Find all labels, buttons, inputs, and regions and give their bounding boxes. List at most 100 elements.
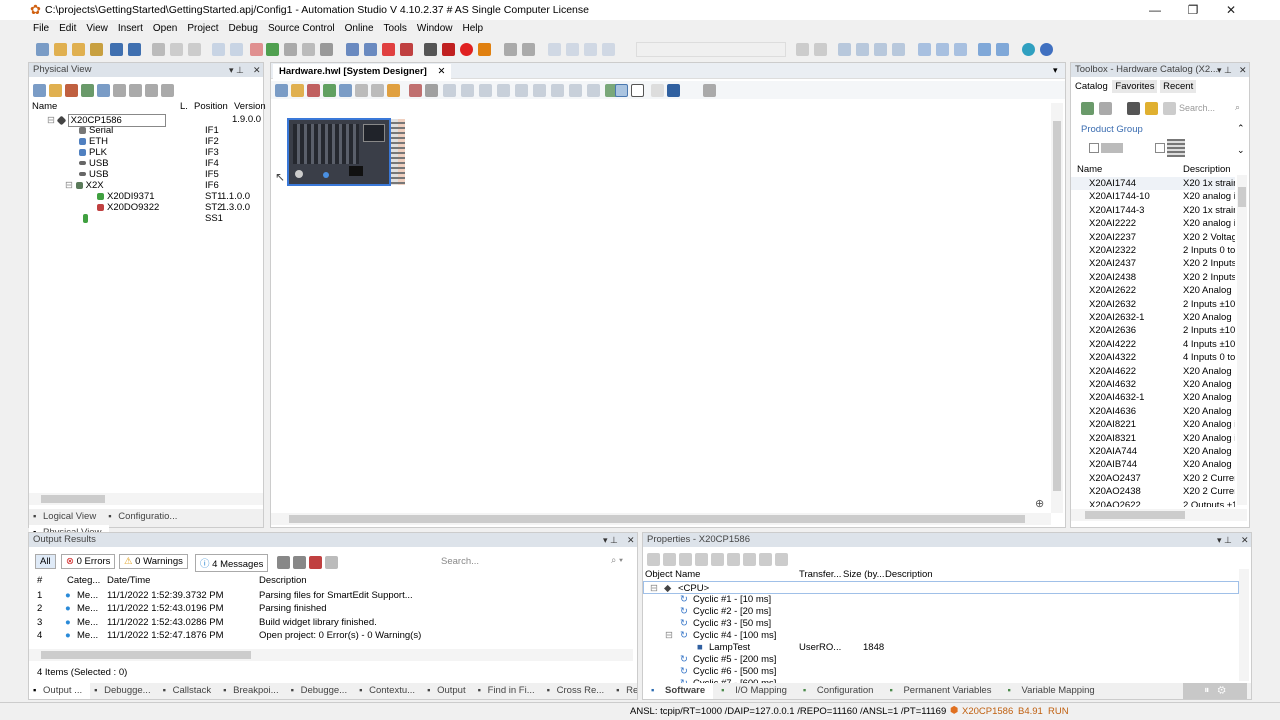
- add-icon[interactable]: [49, 84, 62, 97]
- output-tab[interactable]: ▪ Referenc...: [612, 683, 637, 699]
- layout-icon[interactable]: [566, 43, 579, 56]
- col-datetime[interactable]: Date/Time: [107, 575, 150, 586]
- catalog-item[interactable]: X20AIB744 X20 Analog: [1071, 458, 1235, 471]
- designer-tool-icon[interactable]: [339, 84, 352, 97]
- catalog-item[interactable]: X20AI4222 4 Inputs ±10: [1071, 338, 1235, 351]
- lock-icon[interactable]: [387, 84, 400, 97]
- menu-source-control[interactable]: Source Control: [263, 20, 340, 37]
- close-icon[interactable]: ✕: [253, 63, 261, 77]
- expand-icon[interactable]: ⌄: [1237, 145, 1245, 156]
- close-icon[interactable]: ✕: [1239, 63, 1247, 77]
- scrollbar-thumb[interactable]: [1053, 121, 1061, 491]
- align-bottom-icon[interactable]: [533, 84, 546, 97]
- step-icon[interactable]: [522, 43, 535, 56]
- catalog-item[interactable]: X20AI4632 X20 Analog: [1071, 378, 1235, 391]
- catalog-item[interactable]: X20AI1744-3 X20 1x strain: [1071, 204, 1235, 217]
- col-category[interactable]: Categ...: [67, 575, 100, 586]
- catalog-item[interactable]: X20AI4636 X20 Analog: [1071, 405, 1235, 418]
- tree-row[interactable]: PLK IF3: [79, 147, 262, 158]
- output-tab[interactable]: ▪ Breakpoi...: [219, 683, 286, 699]
- col-description[interactable]: Description: [259, 575, 307, 586]
- pin-icon[interactable]: ▾ ⊥: [229, 63, 244, 77]
- designer-tool-icon[interactable]: [323, 84, 336, 97]
- paste-icon[interactable]: [188, 43, 201, 56]
- distribute-icon[interactable]: [587, 84, 600, 97]
- configure-icon[interactable]: [81, 84, 94, 97]
- designer-tool-icon[interactable]: [355, 84, 368, 97]
- catalog-item[interactable]: X20AI2622 X20 Analog :: [1071, 284, 1235, 297]
- filter-all-button[interactable]: All: [35, 554, 56, 569]
- catalog-item[interactable]: X20AI4622 X20 Analog: [1071, 365, 1235, 378]
- online-icon[interactable]: [442, 43, 455, 56]
- close-icon[interactable]: ✕: [627, 533, 635, 547]
- warning-icon[interactable]: [478, 43, 491, 56]
- monitor-icon[interactable]: [424, 43, 437, 56]
- minimize-button[interactable]: —: [1136, 0, 1174, 20]
- remove-icon[interactable]: [65, 84, 78, 97]
- menu-debug[interactable]: Debug: [223, 20, 262, 37]
- expand-icon[interactable]: [97, 84, 110, 97]
- scrollbar-thumb[interactable]: [289, 515, 1025, 523]
- output-tab[interactable]: ▪ Cross Re...: [543, 683, 613, 699]
- close-tab-icon[interactable]: ✕: [437, 66, 445, 77]
- copy-icon[interactable]: [170, 43, 183, 56]
- designer-tool-icon[interactable]: [307, 84, 320, 97]
- col-object-name[interactable]: Object Name: [645, 569, 700, 580]
- output-tab[interactable]: ▪ Callstack: [159, 683, 220, 699]
- tree-row[interactable]: X20DO9322 ST2 1.3.0.0: [97, 202, 262, 213]
- catalog-item[interactable]: X20AI2222 X20 analog i: [1071, 217, 1235, 230]
- tree-row[interactable]: USB IF4: [79, 158, 262, 169]
- pause-icon[interactable]: ⏸: [1204, 685, 1209, 696]
- designer-tool-icon[interactable]: [275, 84, 288, 97]
- catalog-item[interactable]: X20AO2437 X20 2 Curren: [1071, 472, 1235, 485]
- uncomment-icon[interactable]: [602, 43, 615, 56]
- x20do9322-module[interactable]: [398, 119, 405, 185]
- tab-logical-view[interactable]: ▪ Logical View: [29, 509, 104, 525]
- prop-tool-icon[interactable]: [695, 553, 708, 566]
- prop-tool-icon[interactable]: [727, 553, 740, 566]
- prop-tool-icon[interactable]: [663, 553, 676, 566]
- scrollbar-thumb[interactable]: [1085, 511, 1185, 519]
- settings-icon[interactable]: [320, 43, 333, 56]
- filter-warnings-button[interactable]: ⚠ 0 Warnings: [119, 554, 188, 569]
- pin-icon[interactable]: ▾ ⊥: [1217, 533, 1232, 547]
- x20di9371-module[interactable]: [391, 119, 398, 185]
- tree-row[interactable]: ⊟ X2X IF6: [65, 180, 262, 191]
- catalog-item[interactable]: X20AI4632-1 X20 Analog: [1071, 391, 1235, 404]
- properties-tab[interactable]: ▪ Permanent Variables: [881, 683, 999, 699]
- settings-icon[interactable]: ⚙: [1218, 685, 1226, 696]
- scrollbar-thumb[interactable]: [1238, 187, 1246, 207]
- arrow-down-icon[interactable]: [892, 43, 905, 56]
- output-row[interactable]: 4 ● Me... 11/1/2022 1:52:47.1876 PM Open pro…: [37, 629, 633, 642]
- filter-icon[interactable]: [1163, 102, 1176, 115]
- power-icon[interactable]: [460, 43, 473, 56]
- minus-icon[interactable]: [996, 43, 1009, 56]
- hardware-icon[interactable]: [129, 84, 142, 97]
- layout-icon[interactable]: [145, 84, 158, 97]
- output-tab[interactable]: ▪ Contextu...: [355, 683, 423, 699]
- overlay-controls[interactable]: ⏸ ⚙: [1183, 683, 1247, 699]
- delete-icon[interactable]: [250, 43, 263, 56]
- distribute-icon[interactable]: [569, 84, 582, 97]
- horizontal-scrollbar[interactable]: [1071, 509, 1247, 521]
- menu-view[interactable]: View: [81, 20, 113, 37]
- export-icon[interactable]: [667, 84, 680, 97]
- open-file-icon[interactable]: [72, 43, 85, 56]
- output-tab[interactable]: ▪ Find in Fi...: [474, 683, 543, 699]
- stop-build-icon[interactable]: [382, 43, 395, 56]
- find-next-icon[interactable]: [814, 43, 827, 56]
- undo-icon[interactable]: [212, 43, 225, 56]
- transfer-icon[interactable]: [400, 43, 413, 56]
- catalog-item[interactable]: X20AI2322 2 Inputs 0 to: [1071, 244, 1235, 257]
- catalog-item[interactable]: X20AIA744 X20 Analog :: [1071, 445, 1235, 458]
- catalog-item[interactable]: X20AI2632 2 Inputs ±10: [1071, 298, 1235, 311]
- open-project-icon[interactable]: [54, 43, 67, 56]
- align-left-icon[interactable]: [443, 84, 456, 97]
- pin-icon[interactable]: ▾ ⊥: [603, 533, 618, 547]
- prop-tool-icon[interactable]: [775, 553, 788, 566]
- catalog-icon[interactable]: [1127, 102, 1140, 115]
- menu-open[interactable]: Open: [148, 20, 182, 37]
- prop-tool-icon[interactable]: [711, 553, 724, 566]
- favorite-icon[interactable]: [1145, 102, 1158, 115]
- col-transfer[interactable]: Transfer...: [799, 569, 841, 580]
